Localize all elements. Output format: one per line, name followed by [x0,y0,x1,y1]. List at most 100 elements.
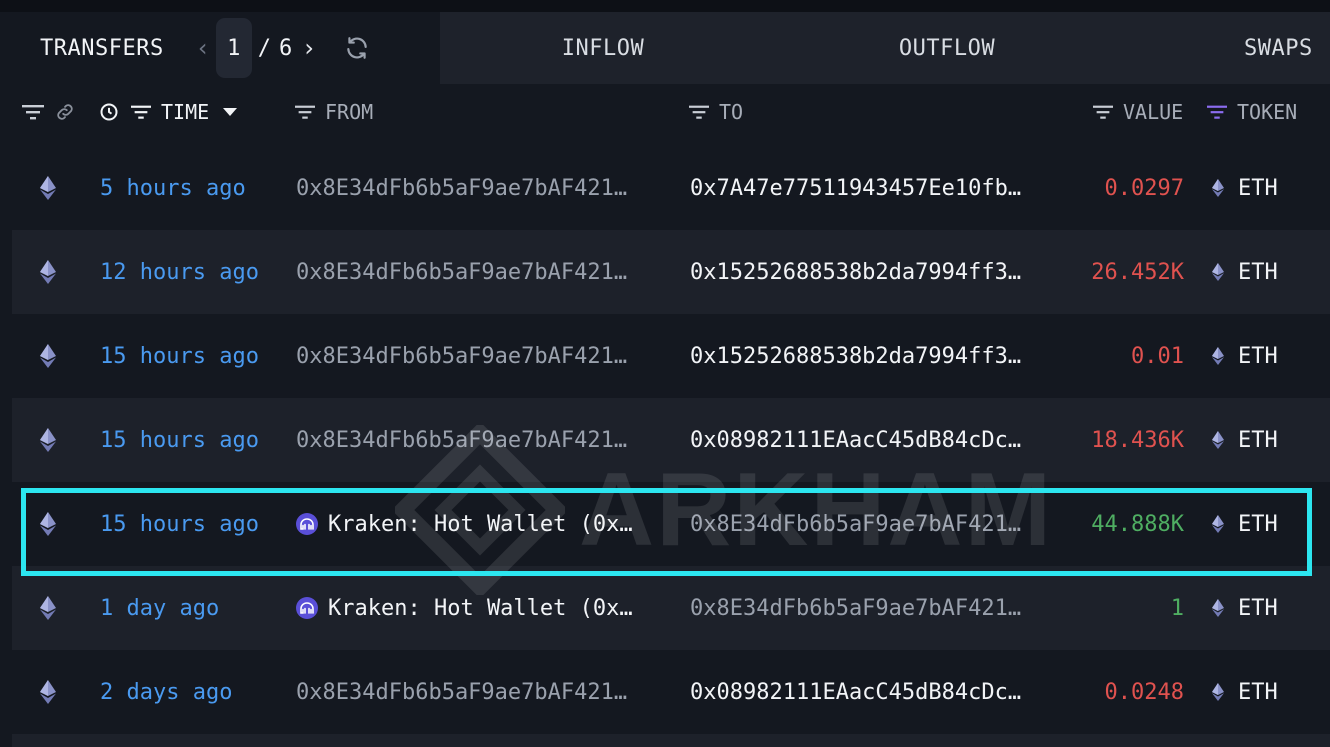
filter-icon[interactable] [295,104,315,120]
to-address[interactable]: 0x8E34dFb6b5aF9ae7bAF421… [690,512,1021,537]
table-row[interactable]: 5 hours ago 0x8E34dFb6b5aF9ae7bAF421… 0x… [12,146,1330,230]
row-from[interactable]: 0x8E34dFb6b5aF9ae7bAF421… [296,230,661,314]
row-to[interactable]: 0x08982111EAacC45dB84cDc… [690,650,1052,734]
header-token-label: TOKEN [1237,100,1298,124]
from-entity-label[interactable]: Kraken: Hot Wallet (0x… [328,596,633,621]
header-chain-filter[interactable] [22,84,76,140]
chevron-right-icon[interactable]: › [298,34,320,62]
row-token[interactable]: ETH [1212,230,1278,314]
row-from[interactable]: 0x8E34dFb6b5aF9ae7bAF421… [296,314,661,398]
from-address[interactable]: 0x8E34dFb6b5aF9ae7bAF421… [296,680,627,705]
row-token[interactable]: ETH [1212,398,1278,482]
table-row[interactable]: 2 days ago 0x8E34dFb6b5aF9ae7bAF421… 0x0… [12,650,1330,734]
filter-icon[interactable] [1207,104,1227,120]
row-to[interactable]: 0x8E34dFb6b5aF9ae7bAF421… [690,566,1052,650]
header-token[interactable]: TOKEN [1207,84,1297,140]
to-address[interactable]: 0x7A47e77511943457Ee10fb… [690,176,1021,201]
current-page[interactable]: 1 [215,18,252,78]
transfers-table: 5 hours ago 0x8E34dFb6b5aF9ae7bAF421… 0x… [12,146,1330,734]
header-time[interactable]: TIME [99,84,238,140]
row-from[interactable]: 0x8E34dFb6b5aF9ae7bAF421… [296,146,661,230]
header-to[interactable]: TO [689,84,743,140]
ethereum-chain-icon [40,482,60,566]
filter-icon[interactable] [22,104,44,120]
header-value[interactable]: VALUE [1093,84,1183,140]
row-token[interactable]: ETH [1212,566,1278,650]
token-symbol: ETH [1238,511,1278,537]
token-symbol: ETH [1238,175,1278,201]
row-time[interactable]: 2 days ago [100,650,232,734]
to-address[interactable]: 0x08982111EAacC45dB84cDc… [690,680,1021,705]
row-token[interactable]: ETH [1212,650,1278,734]
from-address[interactable]: 0x8E34dFb6b5aF9ae7bAF421… [296,344,627,369]
link-icon[interactable] [54,101,76,123]
chevron-left-icon[interactable]: ‹ [192,34,214,62]
row-token[interactable]: ETH [1212,482,1278,566]
row-token[interactable]: ETH [1212,314,1278,398]
eth-token-icon [1212,347,1224,365]
kraken-logo-icon [296,597,318,619]
row-to[interactable]: 0x7A47e77511943457Ee10fb… [690,146,1052,230]
row-from[interactable]: Kraken: Hot Wallet (0x… [296,566,661,650]
row-from[interactable]: Kraken: Hot Wallet (0x… [296,482,661,566]
kraken-logo-icon [296,513,318,535]
table-row[interactable]: 15 hours ago 0x8E34dFb6b5aF9ae7bAF421… 0… [12,398,1330,482]
table-row-highlighted[interactable]: 15 hours ago Kraken: Hot Wallet (0x… 0x8… [12,482,1330,566]
ethereum-chain-icon [40,398,60,482]
from-address[interactable]: 0x8E34dFb6b5aF9ae7bAF421… [296,260,627,285]
filter-icon[interactable] [1093,104,1113,120]
token-symbol: ETH [1238,343,1278,369]
row-to[interactable]: 0x08982111EAacC45dB84cDc… [690,398,1052,482]
row-token[interactable]: ETH [1212,146,1278,230]
refresh-icon[interactable] [344,35,370,61]
token-symbol: ETH [1238,259,1278,285]
row-to[interactable]: 0x15252688538b2da7994ff3… [690,314,1052,398]
token-symbol: ETH [1238,427,1278,453]
row-time[interactable]: 1 day ago [100,566,219,650]
filter-icon[interactable] [689,104,709,120]
token-symbol: ETH [1238,595,1278,621]
table-row[interactable]: 1 day ago Kraken: Hot Wallet (0x… 0x8E34… [12,566,1330,650]
tab-outflow[interactable]: OUTFLOW [766,12,1128,84]
from-address[interactable]: 0x8E34dFb6b5aF9ae7bAF421… [296,176,627,201]
sort-down-icon[interactable] [223,108,238,116]
row-time[interactable]: 12 hours ago [100,230,259,314]
to-address[interactable]: 0x8E34dFb6b5aF9ae7bAF421… [690,596,1021,621]
row-time[interactable]: 15 hours ago [100,314,259,398]
page-total: 6 [278,35,293,61]
tab-transfers[interactable]: TRANSFERS ‹ 1 / 6 › [0,12,440,84]
ethereum-chain-icon [40,650,60,734]
ethereum-chain-icon [40,230,60,314]
header-value-label: VALUE [1123,100,1184,124]
eth-token-icon [1212,263,1224,281]
tab-swaps[interactable]: SWAPS [1128,12,1330,84]
ethereum-chain-icon [40,566,60,650]
eth-token-icon [1212,599,1224,617]
table-row[interactable]: 15 hours ago 0x8E34dFb6b5aF9ae7bAF421… 0… [12,314,1330,398]
from-address[interactable]: 0x8E34dFb6b5aF9ae7bAF421… [296,428,627,453]
clock-icon [100,103,118,121]
row-to[interactable]: 0x8E34dFb6b5aF9ae7bAF421… [690,482,1052,566]
table-row[interactable]: 12 hours ago 0x8E34dFb6b5aF9ae7bAF421… 0… [12,230,1330,314]
header-from[interactable]: FROM [295,84,373,140]
row-to[interactable]: 0x15252688538b2da7994ff3… [690,230,1052,314]
kraken-entity[interactable]: Kraken: Hot Wallet (0x… [296,512,633,537]
filter-icon[interactable] [131,104,151,120]
row-time[interactable]: 15 hours ago [100,398,259,482]
row-value: 26.452K [1091,259,1184,285]
from-entity-label[interactable]: Kraken: Hot Wallet (0x… [328,512,633,537]
to-address[interactable]: 0x15252688538b2da7994ff3… [690,260,1021,285]
tab-transfers-label: TRANSFERS [40,35,164,61]
to-address[interactable]: 0x08982111EAacC45dB84cDc… [690,428,1021,453]
tab-inflow[interactable]: INFLOW [440,12,766,84]
kraken-entity[interactable]: Kraken: Hot Wallet (0x… [296,596,633,621]
row-value: 0.0248 [1104,679,1184,705]
row-time[interactable]: 5 hours ago [100,146,246,230]
top-strip [0,0,1330,12]
eth-token-icon [1212,683,1224,701]
row-from[interactable]: 0x8E34dFb6b5aF9ae7bAF421… [296,398,661,482]
to-address[interactable]: 0x15252688538b2da7994ff3… [690,344,1021,369]
row-time[interactable]: 15 hours ago [100,482,259,566]
header-time-label: TIME [161,100,210,124]
row-from[interactable]: 0x8E34dFb6b5aF9ae7bAF421… [296,650,661,734]
